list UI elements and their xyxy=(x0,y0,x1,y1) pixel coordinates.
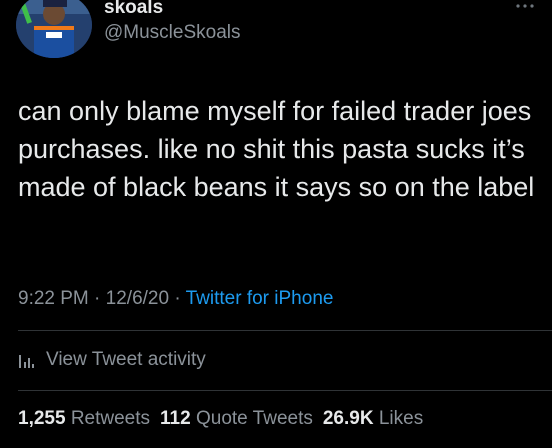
retweets-label: Retweets xyxy=(70,408,151,429)
tweet-source-link[interactable]: Twitter for iPhone xyxy=(186,288,334,309)
retweets-count: 1,255 xyxy=(18,408,66,429)
more-dots-icon[interactable] xyxy=(514,0,540,14)
tweet-time[interactable]: 9:22 PM xyxy=(18,288,89,309)
analytics-bars-icon xyxy=(18,353,36,369)
divider xyxy=(18,390,552,391)
tweet-text: can only blame myself for failed trader … xyxy=(18,96,539,202)
likes-count: 26.9K xyxy=(322,408,374,429)
quote-tweets-stat[interactable]: 112 Quote Tweets xyxy=(160,408,323,429)
avatar[interactable] xyxy=(16,0,92,58)
quote-tweets-count: 112 xyxy=(160,408,191,429)
meta-separator: · xyxy=(169,288,186,309)
avatar-baseball-player xyxy=(16,0,92,58)
view-tweet-activity-label: View Tweet activity xyxy=(46,349,206,370)
likes-stat[interactable]: 26.9K Likes xyxy=(323,408,433,429)
likes-label: Likes xyxy=(378,408,424,429)
author-display-name[interactable]: skoals xyxy=(104,0,163,19)
author-handle[interactable]: @MuscleSkoals xyxy=(104,22,241,44)
tweet-meta: 9:22 PM · 12/6/20 · Twitter for iPhone xyxy=(18,288,333,310)
quote-tweets-label: Quote Tweets xyxy=(195,408,313,429)
tweet-detail: skoals @MuscleSkoals can only blame myse… xyxy=(0,0,552,448)
tweet-date[interactable]: 12/6/20 xyxy=(106,288,169,309)
retweets-stat[interactable]: 1,255 Retweets xyxy=(18,408,160,429)
tweet-stats: 1,255 Retweets 112 Quote Tweets 26.9K Like… xyxy=(18,408,433,430)
meta-separator: · xyxy=(88,288,106,309)
divider xyxy=(18,330,552,331)
view-tweet-activity-link[interactable]: View Tweet activity xyxy=(18,349,206,371)
